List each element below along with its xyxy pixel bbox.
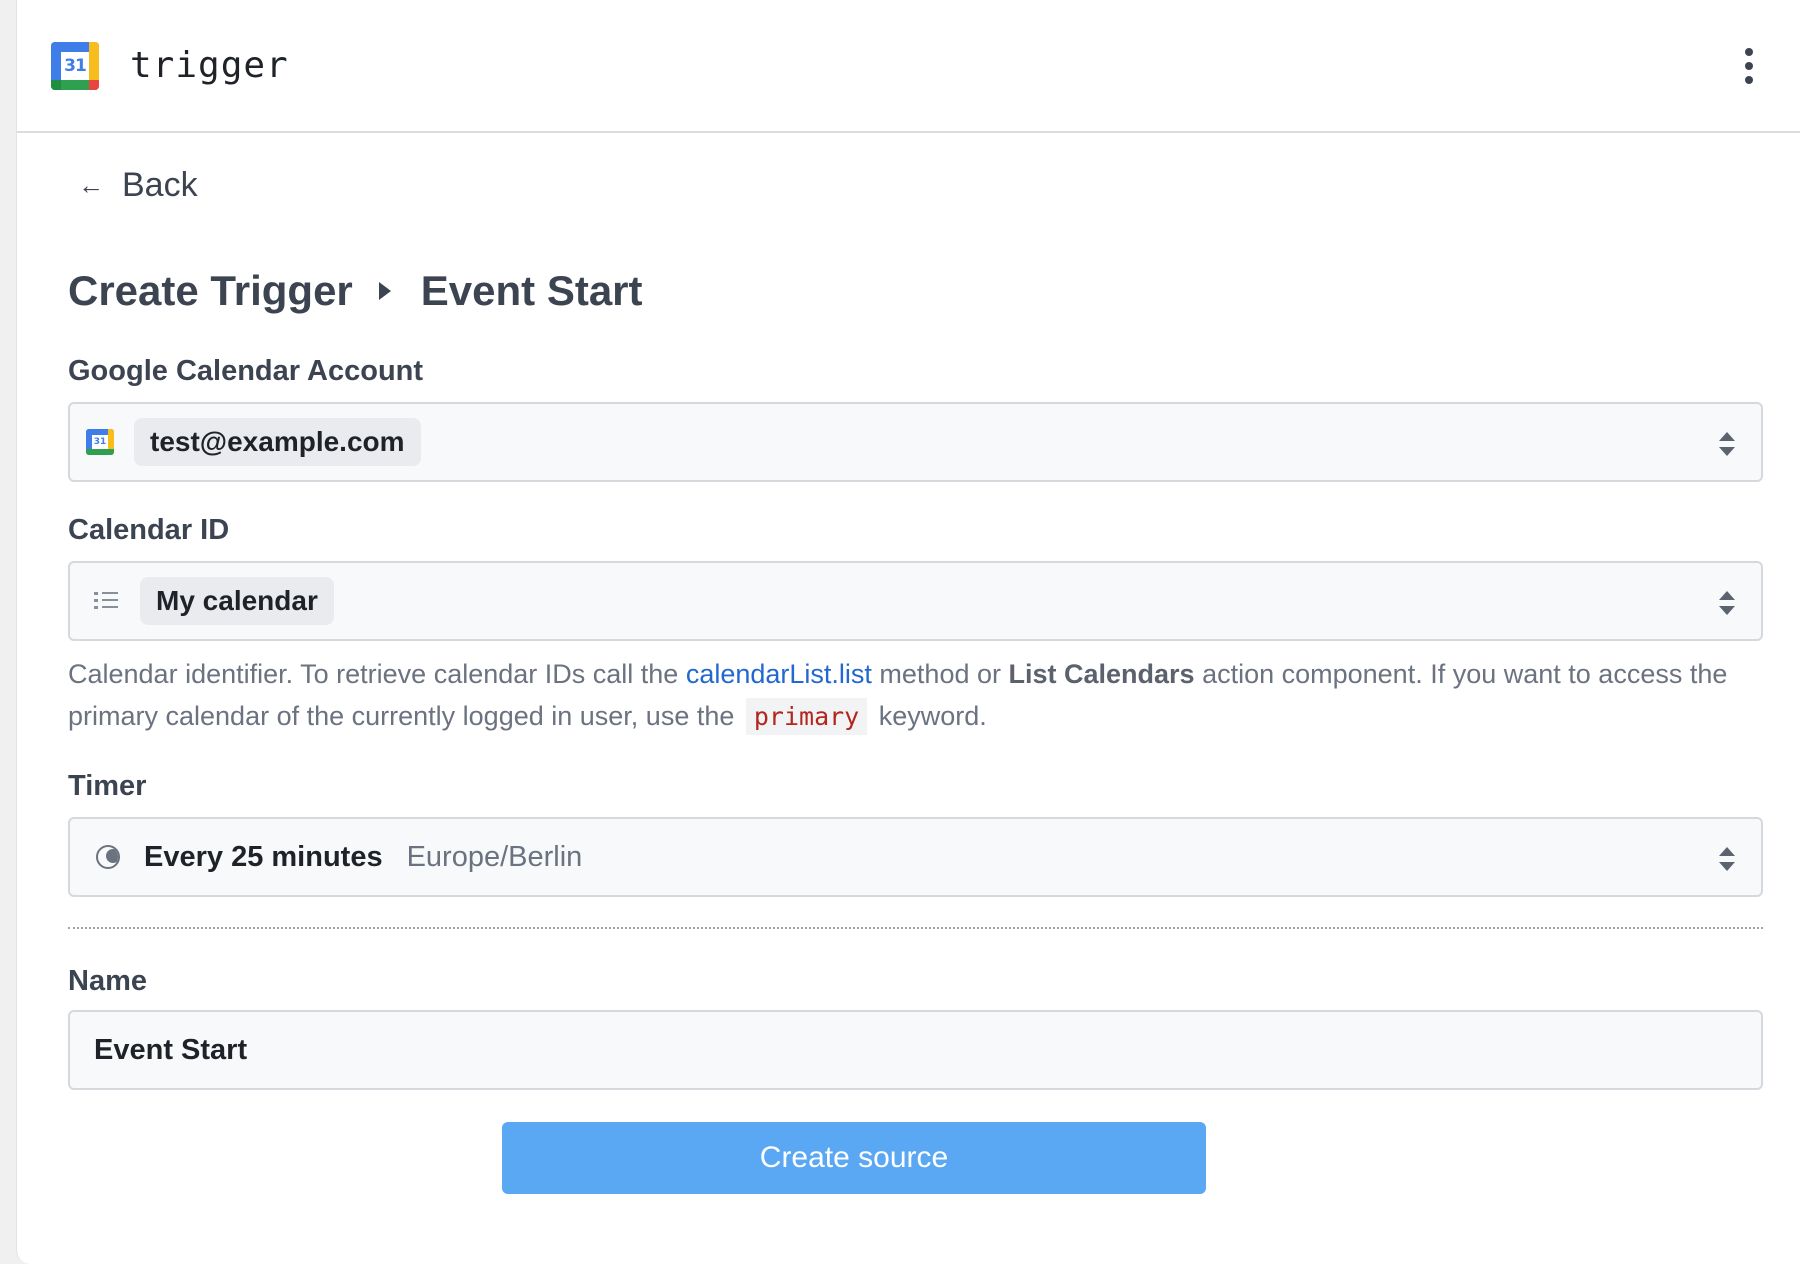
desc-text-2: method or [871,659,1009,689]
create-source-button[interactable]: Create source [502,1122,1206,1194]
desc-text-4: keyword. [871,701,987,731]
timer-label: Timer [68,770,147,802]
caret-right-icon [378,282,391,300]
calendar-id-value: My calendar [140,577,334,625]
timer-value: Every 25 minutes [144,840,383,873]
calendar-id-label: Calendar ID [68,514,230,546]
calendarlist-link[interactable]: calendarList.list [686,659,872,689]
desc-text-1: Calendar identifier. To retrieve calenda… [68,659,686,689]
small-calendar-icon-number: 31 [92,435,108,449]
more-options-icon[interactable] [1742,48,1756,84]
back-label: Back [122,166,198,204]
list-calendars-text: List Calendars [1008,659,1195,689]
name-input[interactable]: Event Start [68,1010,1763,1090]
app-header: 31 trigger [17,0,1800,133]
app-title: trigger [130,45,289,86]
calendar-id-description: Calendar identifier. To retrieve calenda… [68,653,1788,738]
account-value: test@example.com [134,418,421,466]
timer-timezone: Europe/Berlin [406,840,583,873]
select-arrows-icon [1719,591,1735,615]
breadcrumb-item-create-trigger[interactable]: Create Trigger [68,267,353,315]
calendar-icon-number: 31 [61,51,89,80]
account-label: Google Calendar Account [68,355,424,387]
section-divider [68,927,1763,929]
select-arrows-icon [1719,847,1735,871]
name-label: Name [68,965,147,997]
google-calendar-icon: 31 [51,41,99,90]
breadcrumb-item-event-start: Event Start [420,267,643,314]
timer-select[interactable]: Every 25 minutes Europe/Berlin [68,817,1763,897]
select-arrows-icon [1719,432,1735,456]
back-button[interactable]: ← Back [68,166,198,205]
primary-keyword-code: primary [745,698,868,735]
account-select[interactable]: 31 test@example.com [68,402,1763,482]
timer-icon [96,845,120,869]
arrow-left-icon: ← [78,170,104,200]
main-panel: 31 trigger ← Back Create Trigger Event S… [16,0,1800,1264]
google-calendar-small-icon: 31 [86,429,114,455]
calendar-id-select[interactable]: My calendar [68,561,1763,641]
list-icon [94,591,118,611]
breadcrumb: Create Trigger Event Start [68,267,1752,315]
form-content: ← Back Create Trigger Event Start Google… [17,133,1800,1194]
